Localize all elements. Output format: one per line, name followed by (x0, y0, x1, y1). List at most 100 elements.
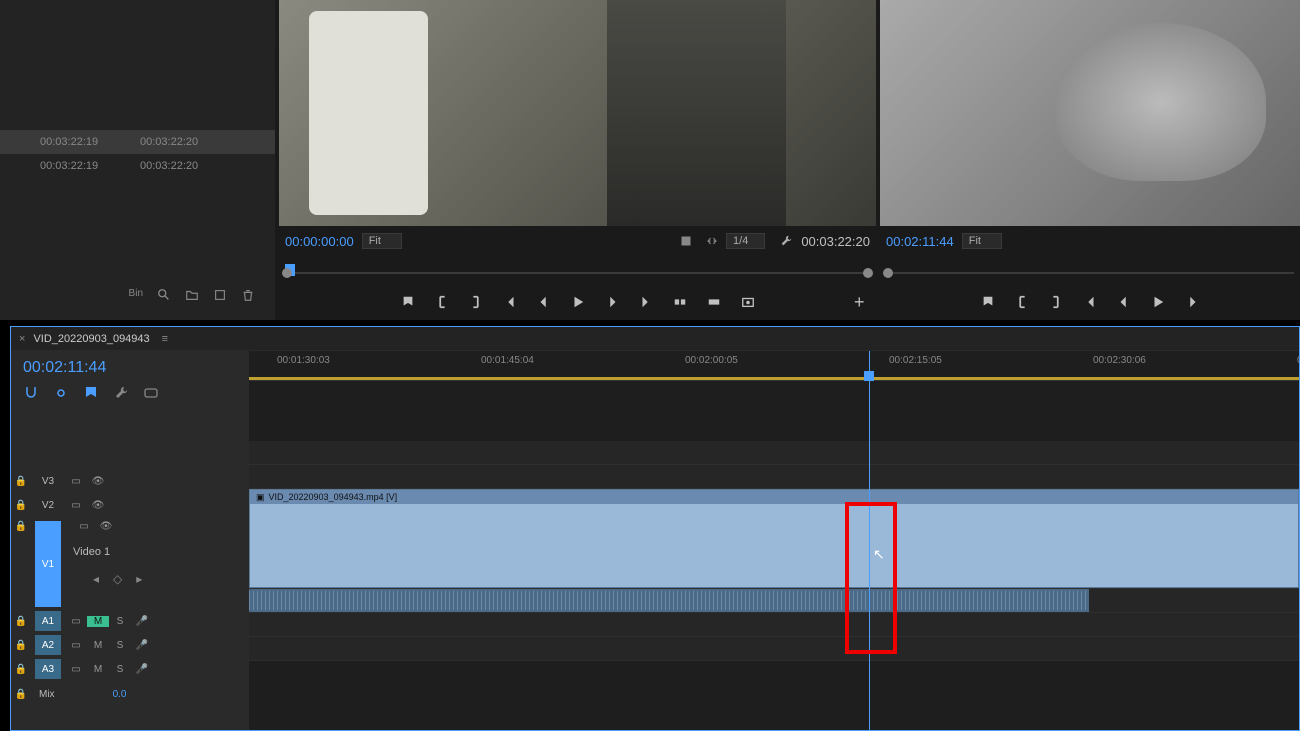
work-area-bar[interactable] (249, 377, 1299, 380)
voice-over-icon[interactable]: 🎤 (131, 616, 153, 627)
trash-icon[interactable] (241, 288, 255, 302)
track-label[interactable]: V1 (35, 521, 61, 607)
source-timecode-out[interactable]: 00:03:22:20 (801, 234, 870, 249)
project-row[interactable]: 00:03:22:19 00:03:22:20 (0, 154, 275, 178)
next-keyframe-icon[interactable]: ▸ (136, 572, 142, 586)
mute-toggle[interactable]: M (87, 664, 109, 675)
new-bin-icon[interactable] (185, 288, 199, 302)
track-a2[interactable] (249, 613, 1299, 637)
track-head-a3[interactable]: 🔒 A3 ▭ M S 🎤 (11, 657, 249, 681)
insert-icon[interactable] (673, 295, 687, 309)
track-head-v2[interactable]: 🔒 V2 ▭ 👁 (11, 493, 249, 517)
captions-icon[interactable] (143, 385, 159, 401)
add-marker-icon[interactable] (401, 295, 415, 309)
mute-toggle[interactable]: M (87, 616, 109, 627)
toggle-output-icon[interactable]: ▭ (65, 664, 87, 675)
toggle-output-icon[interactable]: ▭ (73, 521, 95, 532)
new-item-icon[interactable] (213, 288, 227, 302)
time-ruler[interactable]: 00:01:30:03 00:01:45:04 00:02:00:05 00:0… (249, 351, 1299, 381)
track-head-v1[interactable]: 🔒 V1 ▭ 👁 Video 1 ◂ ◇ ▸ (11, 517, 249, 609)
lock-icon[interactable]: 🔒 (11, 689, 31, 700)
mix-track[interactable]: 🔒 Mix 0.0 (11, 681, 249, 707)
fit-select[interactable]: Fit (962, 233, 1002, 249)
play-icon[interactable] (571, 295, 585, 309)
solo-toggle[interactable]: S (109, 664, 131, 675)
source-timecode-in[interactable]: 00:00:00:00 (285, 234, 354, 249)
step-back-icon[interactable] (537, 295, 551, 309)
audio-clip[interactable] (249, 589, 1089, 612)
lock-icon[interactable]: 🔒 (11, 521, 31, 532)
track-label[interactable]: A2 (35, 635, 61, 655)
toggle-output-icon[interactable]: ▭ (65, 500, 87, 511)
toggle-output-icon[interactable]: ▭ (65, 616, 87, 627)
lock-icon[interactable]: 🔒 (11, 476, 31, 487)
snap-icon[interactable] (23, 385, 39, 401)
video-clip[interactable]: ▣ VID_20220903_094943.mp4 [V] (249, 489, 1299, 588)
prev-keyframe-icon[interactable]: ◂ (93, 572, 99, 586)
step-back-icon[interactable] (1117, 295, 1131, 309)
toggle-visibility-icon[interactable]: 👁 (87, 500, 109, 511)
playhead[interactable] (869, 351, 870, 730)
lock-icon[interactable]: 🔒 (11, 640, 31, 651)
search-icon[interactable] (157, 288, 171, 302)
toggle-visibility-icon[interactable]: 👁 (87, 476, 109, 487)
mute-toggle[interactable]: M (87, 640, 109, 651)
close-gap-icon[interactable] (706, 235, 718, 247)
wrench-icon[interactable] (113, 385, 129, 401)
source-preview[interactable] (279, 0, 876, 226)
lock-icon[interactable]: 🔒 (11, 500, 31, 511)
track-head-v3[interactable]: 🔒 V3 ▭ 👁 (11, 469, 249, 493)
toggle-visibility-icon[interactable]: 👁 (95, 521, 117, 532)
mark-in-icon[interactable] (435, 295, 449, 309)
step-forward-icon[interactable] (1185, 295, 1199, 309)
add-keyframe-icon[interactable]: ◇ (113, 572, 122, 586)
sequence-name[interactable]: VID_20220903_094943 (33, 333, 149, 345)
track-v1[interactable]: ▣ VID_20220903_094943.mp4 [V] (249, 489, 1299, 589)
mark-out-icon[interactable] (469, 295, 483, 309)
solo-toggle[interactable]: S (109, 640, 131, 651)
close-tab-icon[interactable]: × (19, 333, 25, 345)
go-to-in-icon[interactable] (1083, 295, 1097, 309)
add-marker-icon[interactable] (981, 295, 995, 309)
timeline-tracks[interactable]: 00:01:30:03 00:01:45:04 00:02:00:05 00:0… (249, 351, 1299, 730)
lock-icon[interactable]: 🔒 (11, 664, 31, 675)
solo-toggle[interactable]: S (109, 616, 131, 627)
track-head-a2[interactable]: 🔒 A2 ▭ M S 🎤 (11, 633, 249, 657)
program-preview[interactable] (880, 0, 1300, 226)
overwrite-icon[interactable] (707, 295, 721, 309)
track-label[interactable]: V3 (35, 471, 61, 491)
mark-out-icon[interactable] (1049, 295, 1063, 309)
program-scrubber[interactable] (886, 260, 1294, 284)
toggle-output-icon[interactable]: ▭ (65, 640, 87, 651)
fit-select[interactable]: Fit (362, 233, 402, 249)
project-row[interactable]: 00:03:22:19 00:03:22:20 (0, 130, 275, 154)
track-a3[interactable] (249, 637, 1299, 661)
track-v3[interactable] (249, 441, 1299, 465)
linked-selection-icon[interactable] (53, 385, 69, 401)
mix-value[interactable]: 0.0 (113, 689, 127, 700)
play-icon[interactable] (1151, 295, 1165, 309)
go-to-out-icon[interactable] (639, 295, 653, 309)
toggle-output-icon[interactable]: ▭ (65, 476, 87, 487)
settings-icon[interactable] (680, 235, 692, 247)
track-label[interactable]: A3 (35, 659, 61, 679)
track-label[interactable]: A1 (35, 611, 61, 631)
program-timecode-in[interactable]: 00:02:11:44 (886, 234, 954, 249)
source-scrubber[interactable] (285, 260, 870, 284)
voice-over-icon[interactable]: 🎤 (131, 640, 153, 651)
timeline-timecode[interactable]: 00:02:11:44 (11, 351, 249, 377)
add-marker-icon[interactable] (83, 385, 99, 401)
lock-icon[interactable]: 🔒 (11, 616, 31, 627)
track-a1[interactable] (249, 589, 1299, 613)
voice-over-icon[interactable]: 🎤 (131, 664, 153, 675)
track-v2[interactable] (249, 465, 1299, 489)
go-to-in-icon[interactable] (503, 295, 517, 309)
step-forward-icon[interactable] (605, 295, 619, 309)
mark-in-icon[interactable] (1015, 295, 1029, 309)
track-head-a1[interactable]: 🔒 A1 ▭ M S 🎤 (11, 609, 249, 633)
add-button-icon[interactable]: + (854, 292, 872, 310)
scale-select[interactable]: 1/4 (726, 233, 765, 249)
track-label[interactable]: V2 (35, 495, 61, 515)
panel-menu-icon[interactable]: ≡ (162, 333, 168, 345)
wrench-icon[interactable] (779, 234, 793, 248)
